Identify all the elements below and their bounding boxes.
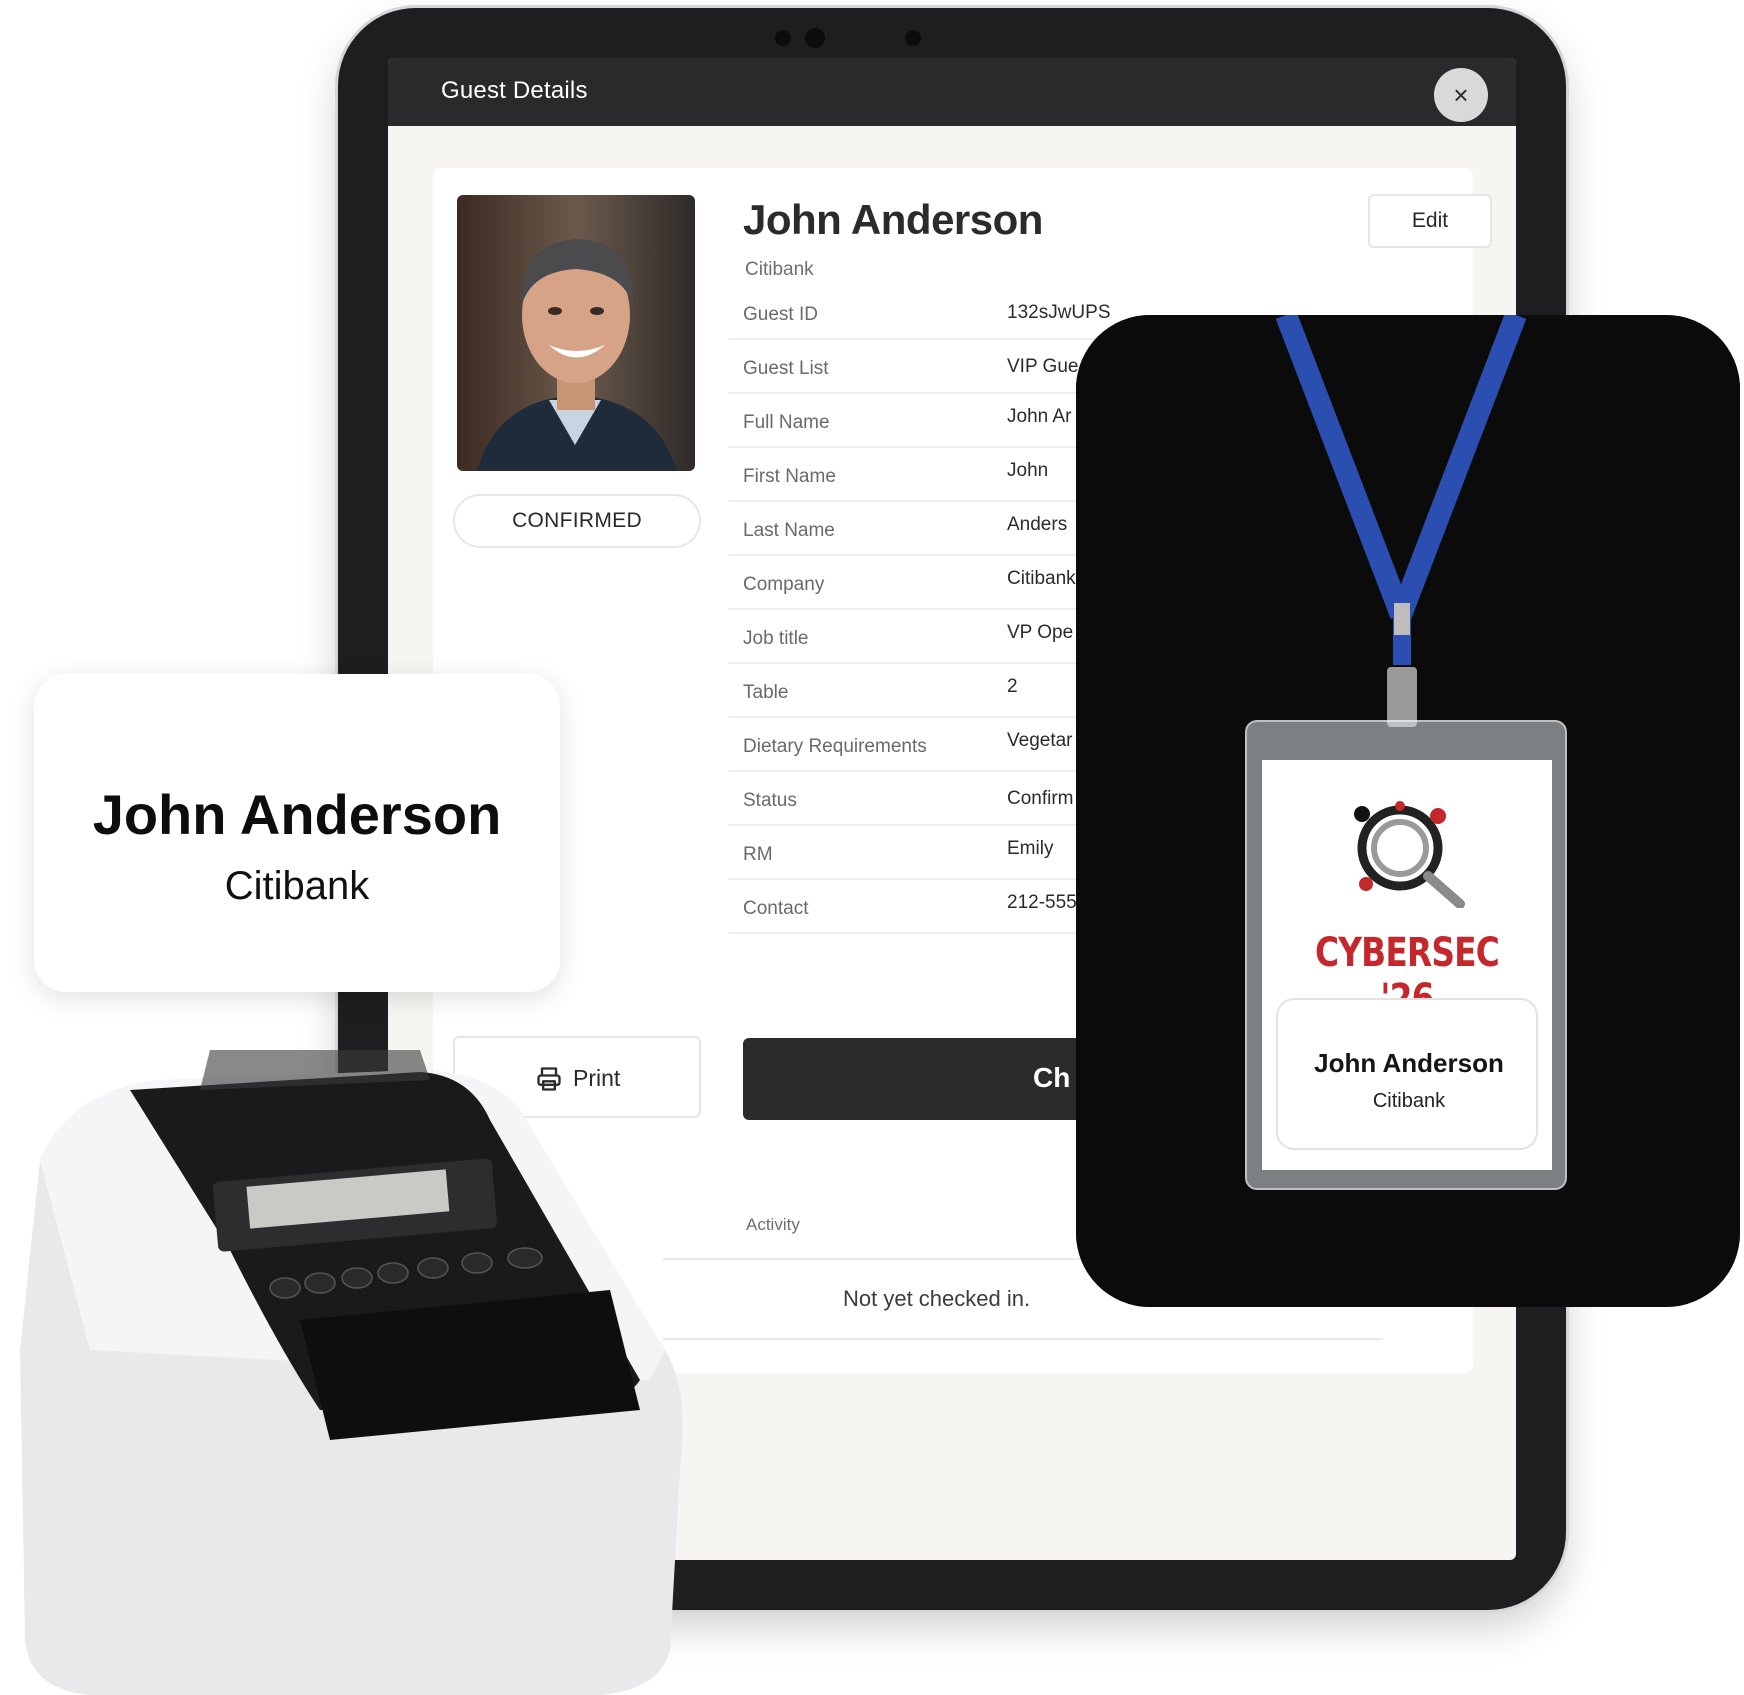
detail-label: Company [743, 574, 825, 595]
detail-value: Vegetar [1007, 730, 1073, 751]
guest-name: John Anderson [743, 196, 1043, 243]
activity-empty-text: Not yet checked in. [843, 1286, 1031, 1311]
guest-company: Citibank [745, 259, 814, 280]
detail-label: Guest List [743, 358, 829, 379]
detail-label: First Name [743, 466, 836, 487]
label-company: Citibank [224, 864, 370, 908]
detail-value: Citibank [1007, 568, 1076, 589]
modal-header: Guest Details × [388, 58, 1516, 126]
status-pill: CONFIRMED [453, 494, 701, 548]
detail-value: Emily [1007, 838, 1054, 859]
camera-dot [775, 30, 791, 46]
detail-label: RM [743, 844, 773, 865]
detail-value: 2 [1007, 676, 1018, 697]
divider [663, 1338, 1383, 1340]
label-printer [20, 1050, 683, 1695]
detail-label: Full Name [743, 412, 830, 433]
guest-photo [457, 195, 695, 471]
edit-button[interactable]: Edit [1368, 194, 1492, 248]
detail-label: Table [743, 682, 789, 703]
detail-label: Guest ID [743, 304, 818, 325]
detail-value: Anders [1007, 514, 1068, 535]
detail-label: Job title [743, 628, 809, 649]
detail-value: 212-555 [1007, 892, 1077, 913]
badge-name: John Anderson [1314, 1048, 1504, 1078]
badge-company: Citibank [1372, 1090, 1446, 1112]
detail-label: Status [743, 790, 797, 811]
badge-name-box: John Anderson Citibank [1276, 998, 1538, 1150]
check-in-label: Ch [1033, 1062, 1071, 1093]
detail-value: VP Ope [1007, 622, 1074, 643]
detail-label: Contact [743, 898, 809, 919]
badge-card: CYBERSEC '26 John Anderson Citibank [1262, 760, 1552, 1170]
modal-title: Guest Details [441, 77, 588, 104]
activity-heading: Activity [746, 1215, 800, 1234]
label-name: John Anderson [92, 783, 502, 846]
camera-lens [805, 28, 825, 48]
detail-value: VIP Gue [1007, 356, 1079, 377]
magnifier-logo-icon [1354, 801, 1465, 908]
detail-label: Dietary Requirements [743, 736, 927, 757]
printed-name-label: John Anderson Citibank [34, 674, 560, 992]
lanyard-badge-photo: CYBERSEC '26 John Anderson Citibank [1076, 315, 1740, 1307]
detail-label: Last Name [743, 520, 835, 541]
detail-value: Confirm [1007, 788, 1074, 809]
detail-value: John [1007, 460, 1049, 481]
detail-value: John Ar [1007, 406, 1072, 427]
sensor-dot [905, 30, 921, 46]
close-icon[interactable]: × [1434, 68, 1488, 122]
